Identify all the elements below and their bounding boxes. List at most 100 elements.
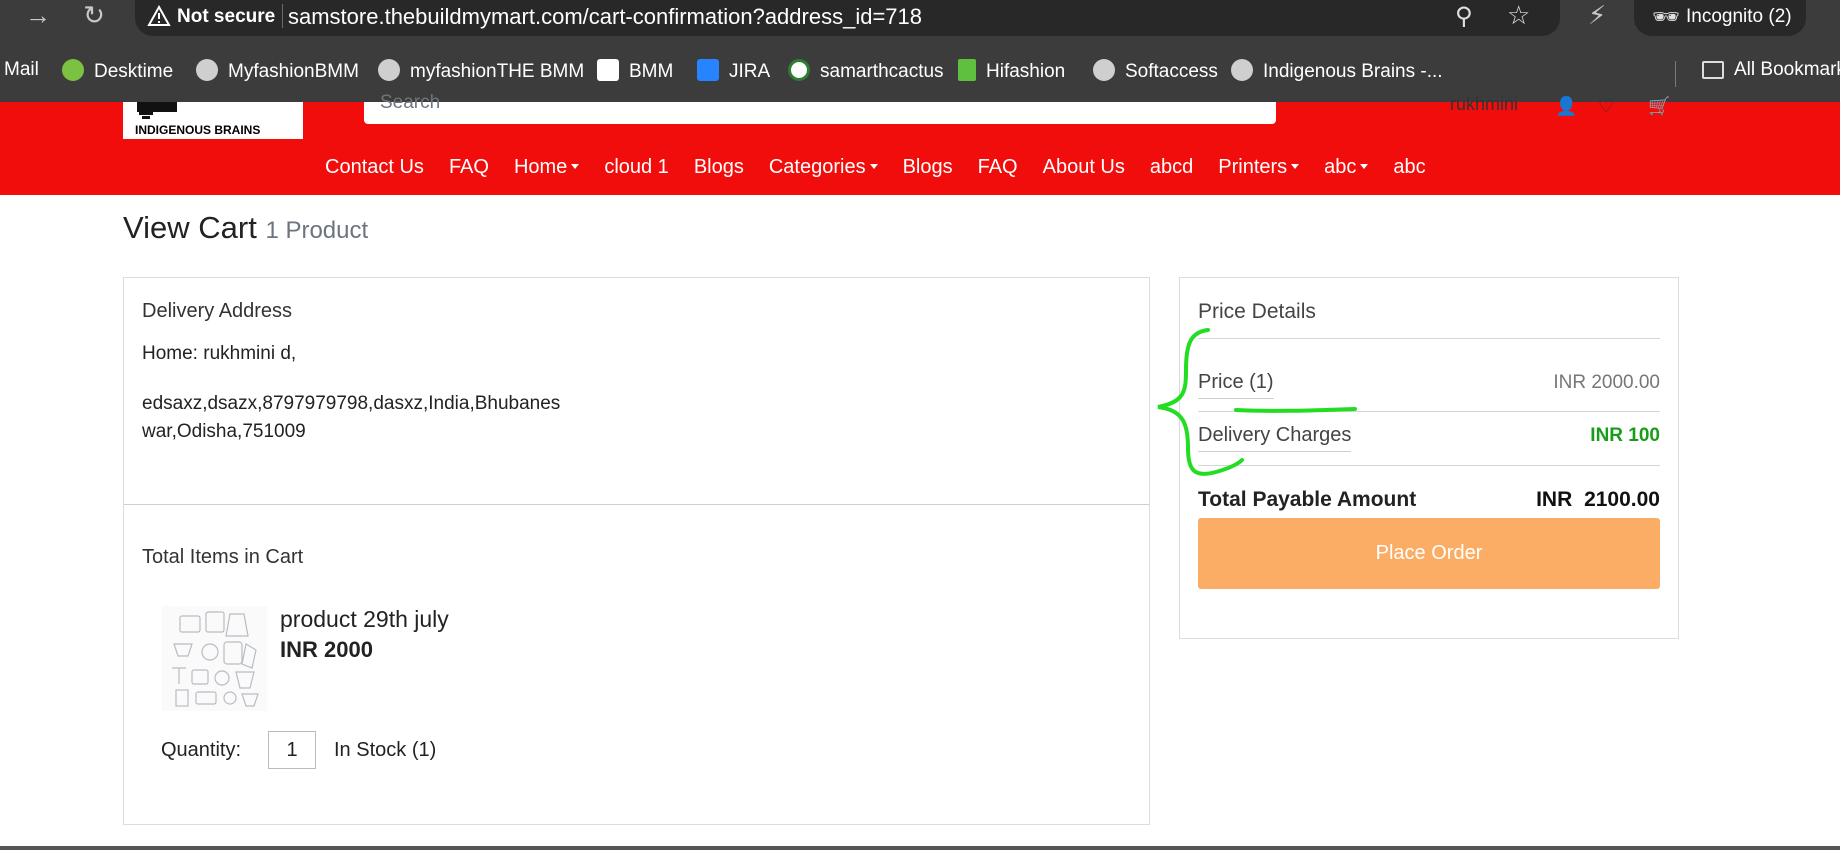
product-name[interactable]: product 29th july [280, 606, 449, 633]
nav-abc[interactable]: abc [1393, 156, 1425, 179]
bottom-edge [0, 846, 1840, 850]
nav-home-dropdown[interactable]: Home [514, 156, 579, 179]
incognito-label: Incognito (2) [1686, 6, 1792, 27]
bookmark-softaccess[interactable]: Softaccess [1093, 59, 1218, 83]
bookmark-label: BMM [629, 61, 674, 82]
nav-blogs-2[interactable]: Blogs [903, 156, 953, 179]
delivery-charges-label: Delivery Charges [1198, 424, 1352, 452]
bookmark-hifashion[interactable]: Hifashion [958, 59, 1065, 83]
address-name-line: Home: rukhmini d, [142, 343, 297, 364]
url-separator [282, 4, 283, 28]
bookmark-label: Mail [4, 59, 39, 80]
logo-mark-icon [137, 102, 177, 119]
product-thumbnail[interactable] [162, 606, 267, 711]
nav-abc-dropdown[interactable]: abc [1324, 156, 1368, 179]
nav-blogs[interactable]: Blogs [694, 156, 744, 179]
browser-toolbar: → ↻ Not secure samstore.thebuildmymart.c… [0, 0, 1840, 47]
price-details-divider [1198, 338, 1660, 339]
security-label[interactable]: Not secure [177, 6, 275, 28]
bookmark-label: samarthcactus [820, 61, 944, 82]
address-line-2: war,Odisha,751009 [142, 421, 306, 442]
nav-categories-dropdown[interactable]: Categories [769, 156, 878, 179]
bookmarks-divider [1675, 61, 1676, 87]
bookmark-star-icon[interactable]: ☆ [1507, 0, 1530, 31]
total-payable-label: Total Payable Amount [1198, 488, 1417, 511]
nav-faq-2[interactable]: FAQ [978, 156, 1018, 179]
bookmark-label: Indigenous Brains -... [1263, 61, 1443, 82]
bookmarks-bar: Mail Desktime MyfashionBMM myfashionTHE … [0, 47, 1840, 102]
nav-printers-dropdown[interactable]: Printers [1218, 156, 1299, 179]
address-bar[interactable]: Not secure samstore.thebuildmymart.com/c… [135, 0, 1560, 36]
bookmark-mail[interactable]: Mail [4, 59, 39, 81]
zoom-icon[interactable]: ⚲ [1455, 2, 1473, 31]
bookmark-label: myfashionTHE BMM [410, 61, 585, 82]
desktime-icon [62, 59, 84, 81]
main-nav: Contact Us FAQ Home cloud 1 Blogs Catego… [325, 156, 1451, 179]
cart-details-panel: Delivery Address Home: rukhmini d, edsax… [123, 277, 1150, 825]
delivery-row-divider [1198, 465, 1660, 466]
site-header: INDIGENOUS BRAINS Search rukhmini 👤 ♡ 🛒 … [0, 92, 1840, 195]
url-text[interactable]: samstore.thebuildmymart.com/cart-confirm… [288, 4, 922, 30]
user-name[interactable]: rukhmini [1450, 94, 1518, 115]
jira-icon [697, 59, 719, 81]
address-line-1: edsaxz,dsazx,8797979798,dasxz,India,Bhub… [142, 393, 561, 414]
delivery-address-title: Delivery Address [142, 300, 293, 322]
quantity-label: Quantity: [161, 739, 242, 761]
quantity-input[interactable]: 1 [268, 731, 316, 769]
bookmark-samarthcactus[interactable]: samarthcactus [788, 59, 944, 83]
bookmark-jira[interactable]: JIRA [697, 59, 770, 83]
nav-contact-us[interactable]: Contact Us [325, 156, 424, 179]
bookmark-label: MyfashionBMM [228, 61, 359, 82]
user-icon[interactable]: 👤 [1555, 96, 1577, 117]
hifashion-icon [958, 59, 976, 81]
price-details-title: Price Details [1198, 300, 1316, 323]
cart-icon[interactable]: 🛒 [1648, 96, 1670, 117]
product-count: 1 Product [265, 217, 369, 244]
delivery-charges-value: INR 100 [1590, 425, 1660, 446]
all-bookmarks[interactable]: All Bookmarks [1702, 59, 1840, 81]
cactus-icon [788, 59, 810, 81]
cart-items-title: Total Items in Cart [142, 546, 304, 568]
bookmark-label: Softaccess [1125, 61, 1218, 82]
section-divider [124, 504, 1149, 505]
all-bookmarks-label: All Bookmarks [1734, 59, 1840, 80]
site-logo[interactable]: INDIGENOUS BRAINS [123, 102, 303, 139]
search-input[interactable]: Search [364, 92, 1276, 124]
bookmark-myfashionbmm[interactable]: MyfashionBMM [196, 59, 359, 83]
nav-faq[interactable]: FAQ [449, 156, 489, 179]
reload-icon[interactable]: ↻ [74, 0, 114, 32]
globe-icon [196, 59, 218, 81]
bookmark-label: Hifashion [986, 61, 1066, 82]
bookmark-bmm[interactable]: BMM [597, 59, 673, 83]
product-price: INR 2000 [280, 637, 373, 662]
search-placeholder: Search [380, 92, 441, 113]
bookmark-myfashionthebmm[interactable]: myfashionTHE BMM [378, 59, 584, 83]
wishlist-heart-icon[interactable]: ♡ [1598, 96, 1614, 117]
globe-icon [1093, 59, 1115, 81]
nav-about-us[interactable]: About Us [1043, 156, 1125, 179]
bmm-logo-icon [597, 59, 619, 81]
nav-cloud-1[interactable]: cloud 1 [604, 156, 669, 179]
place-order-button[interactable]: Place Order [1198, 518, 1660, 589]
nav-abcd[interactable]: abcd [1150, 156, 1193, 179]
stock-status: In Stock (1) [334, 739, 437, 761]
extension-icon[interactable]: ⚡ [1588, 0, 1606, 31]
page-title: View Cart 1 Product [123, 210, 368, 246]
total-payable-value: INR 2100.00 [1536, 488, 1660, 511]
bookmark-desktime[interactable]: Desktime [62, 59, 173, 83]
page-title-text: View Cart [123, 210, 257, 245]
warning-icon [147, 4, 171, 26]
globe-icon [1231, 59, 1253, 81]
incognito-icon: 🕶 [1652, 4, 1680, 29]
price-label: Price (1) [1198, 371, 1274, 399]
bookmark-label: JIRA [729, 61, 771, 82]
price-row-divider [1198, 411, 1660, 412]
incognito-indicator[interactable]: 🕶 Incognito (2) [1634, 0, 1806, 36]
price-details-panel: Price Details Price (1) INR 2000.00 Deli… [1179, 277, 1679, 639]
logo-text: INDIGENOUS BRAINS [135, 123, 261, 137]
bookmark-indigenous-brains[interactable]: Indigenous Brains -... [1231, 59, 1443, 83]
folder-icon [1702, 61, 1724, 79]
globe-icon [378, 59, 400, 81]
forward-icon[interactable]: → [18, 0, 58, 32]
bookmark-label: Desktime [94, 61, 174, 82]
